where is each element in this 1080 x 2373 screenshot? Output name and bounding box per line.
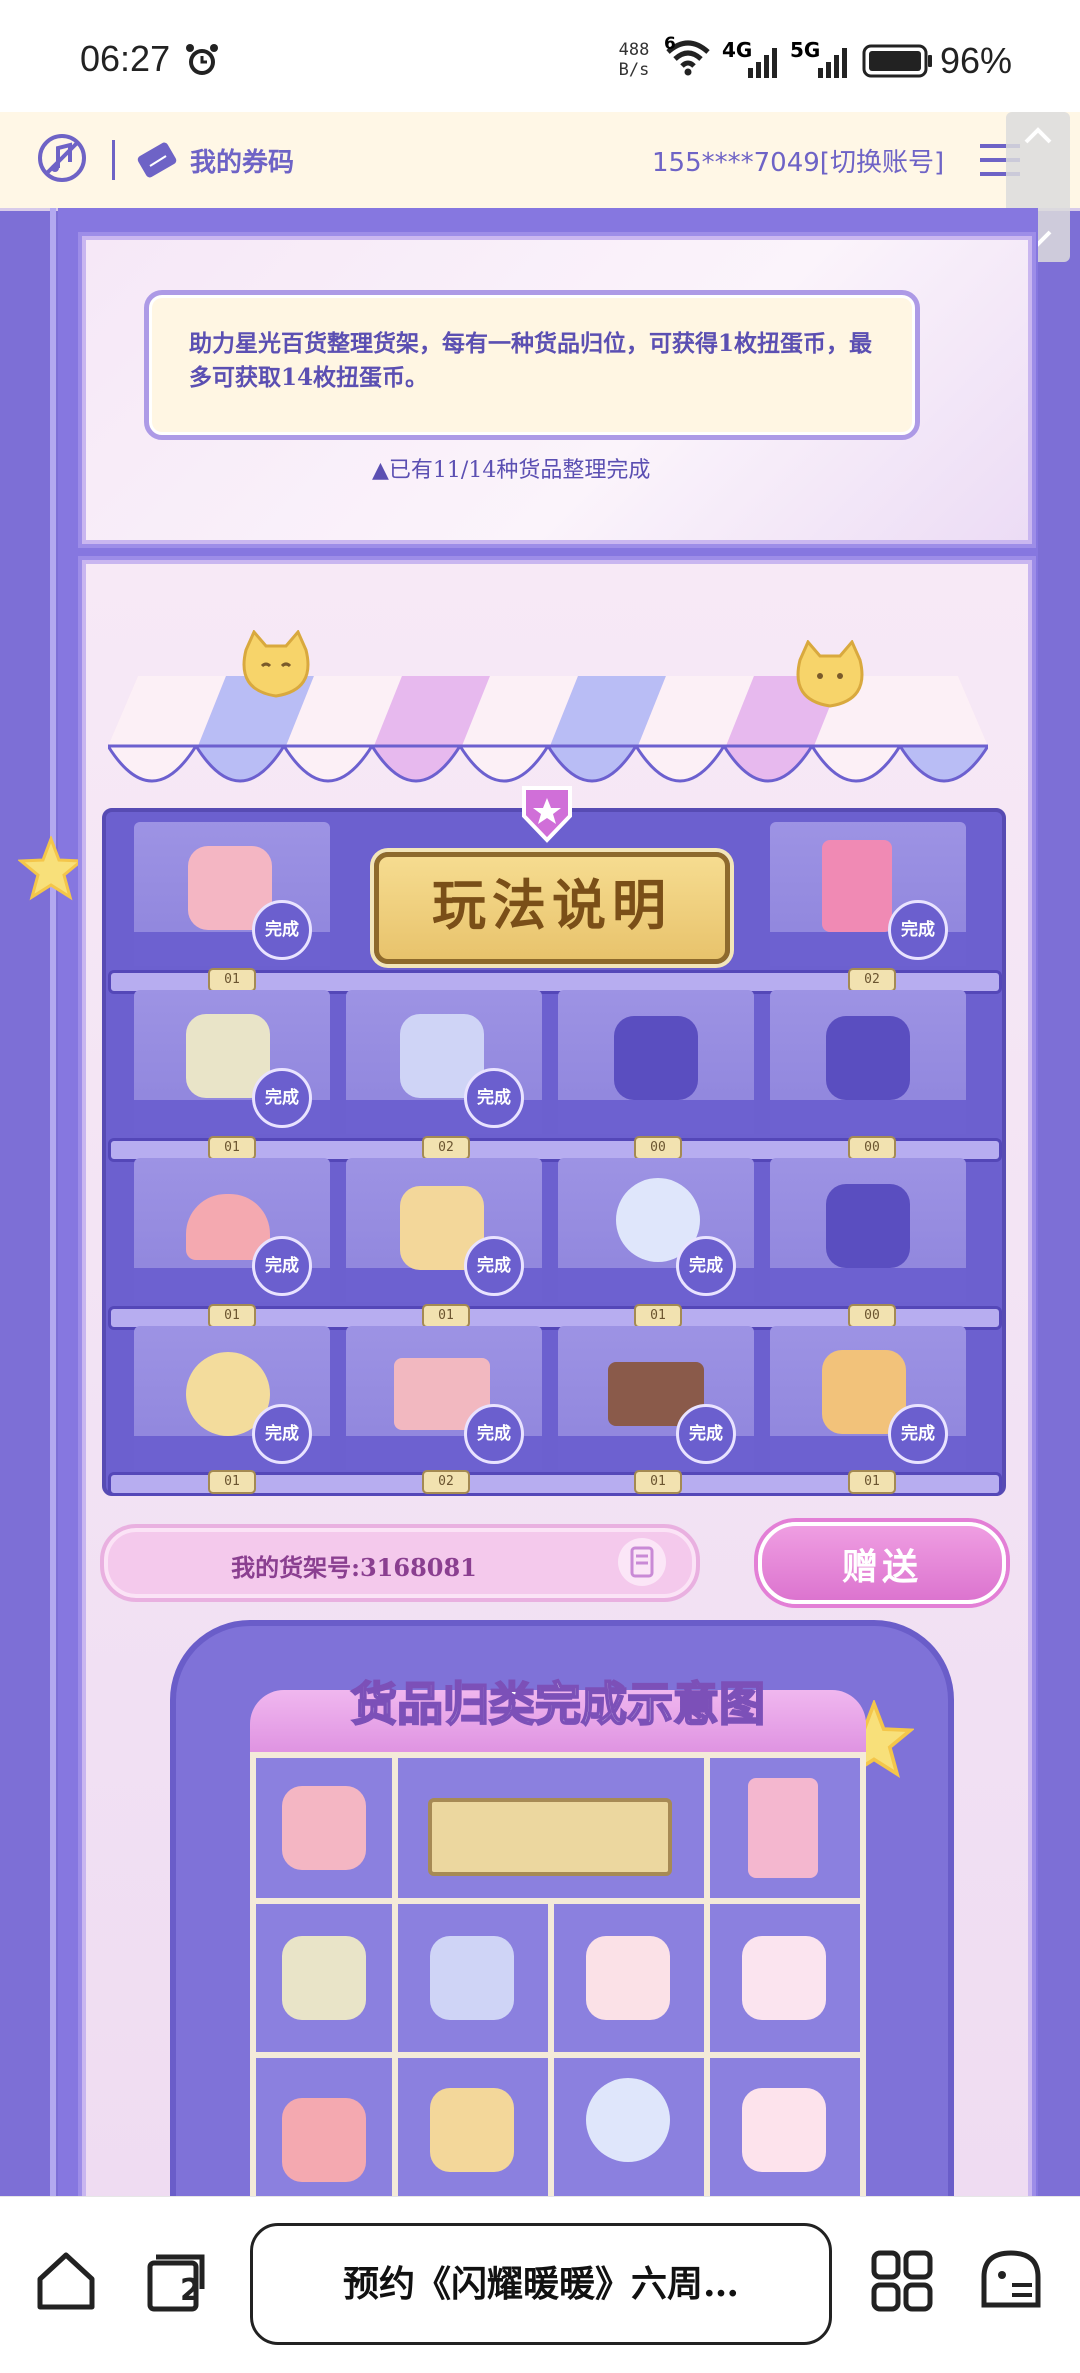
done-badge: 完成 [464,1404,524,1464]
top-bar: 我的券码 155****7049[切换账号] [0,112,1080,211]
gift-button-label: 赠送 [841,1547,922,1588]
shelf-slot-suitcase[interactable]: 完成 [346,1158,542,1302]
assistant-icon[interactable] [978,2247,1044,2317]
diagram-cell-album [710,1758,860,1898]
count-tag: 01 [634,1470,682,1494]
count-tag: 02 [422,1470,470,1494]
shelf-slot-cake[interactable]: 完成 [558,1326,754,1470]
diagram-cell-backpack [256,1758,392,1898]
shell-silhouette [614,1016,698,1100]
shelf-slot-palette[interactable]: 完成 [346,1326,542,1470]
network-5g-label: 5G [790,38,821,62]
done-badge: 完成 [888,900,948,960]
shelf-slot-camera[interactable]: 完成 [770,1326,966,1470]
done-badge: 完成 [888,1404,948,1464]
progress-text: ▲已有11/14种货品整理完成 [372,458,651,483]
diagram-cell-hat [256,2058,392,2198]
count-tag: 01 [848,1470,896,1494]
count-tag: 01 [208,968,256,992]
diagram-cell-mug [710,1904,860,2052]
count-tag: 01 [422,1304,470,1328]
count-tag: 00 [848,1304,896,1328]
mug-silhouette [826,1016,910,1100]
cat-mascot-right [790,639,870,714]
shelf-slot-flowers[interactable]: 完成 [134,990,330,1134]
shelf-slot-mug[interactable] [770,990,966,1134]
done-badge: 完成 [676,1404,736,1464]
info-text: 助力星光百货整理货架，每有一种货品归位，可获得1枚扭蛋币，最多可获取14枚扭蛋币… [189,330,873,391]
music-toggle-icon[interactable] [36,132,88,188]
network-a-label: 6 [664,34,676,54]
done-badge: 完成 [252,1068,312,1128]
signal-2-icon [818,44,847,78]
done-badge: 完成 [252,1404,312,1464]
alarm-icon [184,42,220,82]
battery-percent: 96% [940,40,1013,81]
diagram-cell-crystal-ball [554,2058,704,2198]
copy-icon[interactable] [618,1538,666,1586]
browser-bottom-bar: 2 预约《闪耀暖暖》六周… [0,2196,1080,2373]
diagram-title: 货品归类完成示意图 [350,1676,766,1732]
diagram-cell-howto [398,1758,704,1898]
diagram-cell-suitcase [398,2058,548,2198]
star-decoration [17,834,85,906]
how-to-play-button[interactable]: 玩法说明 [374,852,730,964]
milk-carton-silhouette [826,1184,910,1268]
shelf-slot-milk[interactable] [770,1158,966,1302]
shelf-number-text: 我的货架号:3168081 [231,1553,477,1582]
battery-icon [862,44,934,82]
my-coupons-link[interactable]: 我的券码 [190,142,294,179]
done-badge: 完成 [252,900,312,960]
photo-album-item [822,840,892,932]
network-rate: 488 B/s [618,40,650,80]
address-bar[interactable]: 预约《闪耀暖暖》六周… [250,2223,832,2345]
clock: 06:27 [80,38,171,79]
cat-mascot-left [236,629,316,704]
shelf-slot-hat[interactable]: 完成 [134,1158,330,1302]
coupon-icon [136,140,178,184]
diagram-cell-shell [554,1904,704,2052]
shelf-slot-crystal-ball[interactable]: 完成 [558,1158,754,1302]
shelf-slot-perfume[interactable]: 完成 [346,990,542,1134]
diagram-cell-flowers [256,1904,392,2052]
shelf-slot-album[interactable]: 完成 [770,822,966,966]
count-tag: 01 [208,1470,256,1494]
done-badge: 完成 [252,1236,312,1296]
count-tag: 00 [848,1136,896,1160]
shelf-slot-moon[interactable]: 完成 [134,1326,330,1470]
account-switch-link[interactable]: 155****7049[切换账号] [652,142,944,179]
count-tag: 00 [634,1136,682,1160]
diagram-cell-milk [710,2058,860,2198]
count-tag: 01 [208,1136,256,1160]
shelf-number-pill: 我的货架号:3168081 [100,1524,700,1602]
arrow-down-icon [518,784,576,848]
gift-button[interactable]: 赠送 [758,1522,1006,1604]
count-tag: 02 [422,1136,470,1160]
shelf-slot-shell[interactable] [558,990,754,1134]
tab-count: 2 [180,2273,201,2308]
count-tag: 01 [634,1304,682,1328]
count-tag: 02 [848,968,896,992]
done-badge: 完成 [464,1068,524,1128]
apps-grid-icon[interactable] [870,2249,934,2317]
shelf-slot-backpack[interactable]: 完成 [134,822,330,966]
info-box: 助力星光百货整理货架，每有一种货品归位，可获得1枚扭蛋币，最多可获取14枚扭蛋币… [144,290,920,440]
signal-1-icon [748,44,777,78]
status-bar: 06:27 488 B/s 6 4G 5G 96% [0,0,1080,112]
left-rail [50,208,56,2198]
home-icon[interactable] [34,2249,98,2317]
divider [112,140,115,180]
count-tag: 01 [208,1304,256,1328]
diagram-cell-perfume [398,1904,548,2052]
done-badge: 完成 [464,1236,524,1296]
done-badge: 完成 [676,1236,736,1296]
